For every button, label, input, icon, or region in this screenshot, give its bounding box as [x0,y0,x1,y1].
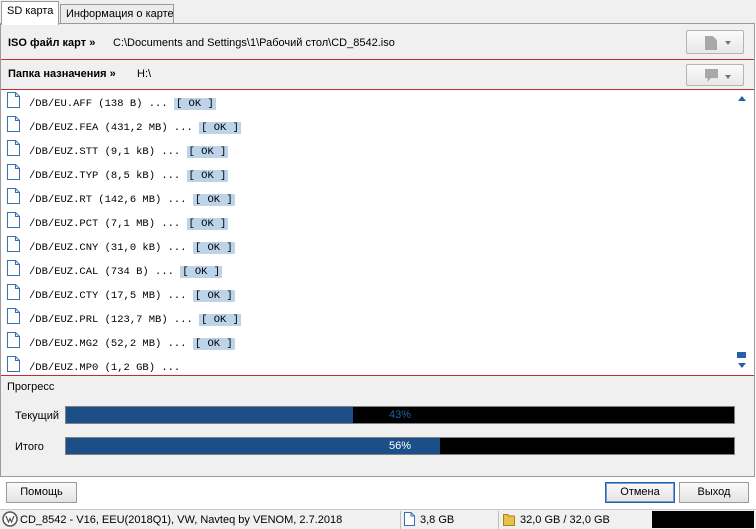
log-file-text: /DB/EUZ.PCT (7,1 MB) ... [29,218,181,230]
log-scrollbar[interactable] [735,92,749,372]
chevron-down-icon [725,75,731,79]
scroll-down-icon[interactable] [738,363,746,368]
log-file-text: /DB/EUZ.CNY (31,0 kB) ... [29,242,187,254]
log-status-badge: [ OK ] [173,98,216,110]
log-status-badge: [ OK ] [192,242,235,254]
file-icon [7,188,20,204]
log-status-badge: [ OK ] [192,338,235,350]
log-status-badge: [ OK ] [199,122,241,134]
drive-icon [705,69,718,82]
progress-title: Прогресс [7,381,55,393]
log-text: /DB/EUZ.RT (142,6 MB) ... [ OK ] [29,194,235,206]
log-status-badge: [ OK ] [180,266,223,278]
log-status-badge: [ OK ] [192,194,235,206]
iso-row: ISO файл карт » C:\Documents and Setting… [1,26,754,60]
log-file-text: /DB/EUZ.FEA (431,2 MB) ... [29,122,193,134]
file-icon [7,308,20,324]
file-icon [705,36,717,50]
status-iso-size: 3,8 GB [420,514,455,526]
total-progress-label: Итого [15,441,44,453]
tab-strip: SD карта Информация о карте [0,0,756,25]
file-icon [404,512,415,526]
file-icon [7,164,20,180]
log-file-text: /DB/EUZ.MG2 (52,2 MB) ... [29,338,187,350]
tab-sd-card[interactable]: SD карта [1,1,59,25]
cancel-button[interactable]: Отмена [605,482,675,503]
tab-card-info[interactable]: Информация о карте [60,4,174,24]
destination-row: Папка назначения » H:\ [1,60,754,90]
folder-icon [503,512,515,526]
scroll-thumb[interactable] [737,352,746,358]
status-map-title: CD_8542 - V16, EEU(2018Q1), VW, Navteq b… [20,514,343,526]
file-icon [7,140,20,156]
destination-path: H:\ [137,68,152,80]
file-icon [7,116,20,132]
log-file-text: /DB/EUZ.CTY (17,5 MB) ... [29,290,187,302]
scroll-up-icon[interactable] [738,96,746,101]
file-icon [7,92,20,108]
destination-browse-button[interactable] [686,64,744,86]
status-divider [498,511,499,529]
destination-label: Папка назначения » [8,68,116,80]
help-button[interactable]: Помощь [6,482,77,503]
file-icon [7,212,20,228]
status-disk-space: 32,0 GB / 32,0 GB [520,514,610,526]
status-divider [400,511,401,529]
exit-button[interactable]: Выход [679,482,749,503]
log-status-badge: [ OK ] [199,314,241,326]
log-text: /DB/EUZ.TYP (8,5 kB) ... [ OK ] [29,170,229,182]
iso-browse-button[interactable] [686,30,744,54]
total-progress-bar: 56% [65,437,735,455]
log-text: /DB/EUZ.PRL (123,7 MB) ... [ OK ] [29,314,241,326]
log-file-text: /DB/EUZ.STT (9,1 kB) ... [29,146,181,158]
vw-logo-icon [2,511,18,527]
log-file-text: /DB/EUZ.MP0 (1,2 GB) ... [29,362,181,374]
log-file-text: /DB/EUZ.RT (142,6 MB) ... [29,194,187,206]
log-text: /DB/EUZ.STT (9,1 kB) ... [ OK ] [29,146,229,158]
log-status-badge: [ OK ] [186,146,229,158]
log-text: /DB/EUZ.MG2 (52,2 MB) ... [ OK ] [29,338,235,350]
log-text: /DB/EUZ.PCT (7,1 MB) ... [ OK ] [29,218,229,230]
iso-path: C:\Documents and Settings\1\Рабочий стол… [113,37,395,49]
file-icon [7,332,20,348]
current-progress-text: 43% [388,409,412,421]
log-text: /DB/EU.AFF (138 B) ... [ OK ] [29,98,216,110]
status-black-panel [652,511,754,528]
status-bar: CD_8542 - V16, EEU(2018Q1), VW, Navteq b… [0,509,756,529]
log-file-text: /DB/EUZ.TYP (8,5 kB) ... [29,170,181,182]
chevron-down-icon [725,41,731,45]
file-icon [7,260,20,276]
current-progress-bar: 43% [65,406,735,424]
log-text: /DB/EUZ.CNY (31,0 kB) ... [ OK ] [29,242,235,254]
current-progress-label: Текущий [15,410,59,422]
log-file-text: /DB/EUZ.CAL (734 B) ... [29,266,174,278]
log-text: /DB/EUZ.FEA (431,2 MB) ... [ OK ] [29,122,241,134]
log-file-text: /DB/EUZ.PRL (123,7 MB) ... [29,314,193,326]
log-file-text: /DB/EU.AFF (138 B) ... [29,98,168,110]
log-status-badge: [ OK ] [186,170,229,182]
total-progress-text: 56% [388,440,412,452]
log-status-badge: [ OK ] [192,290,235,302]
log-text: /DB/EUZ.MP0 (1,2 GB) ... [29,362,180,374]
file-icon [7,284,20,300]
log-status-badge: [ OK ] [186,218,229,230]
file-icon [7,356,20,372]
iso-label: ISO файл карт » [8,37,96,49]
copy-log-list[interactable]: /DB/EU.AFF (138 B) ... [ OK ]/DB/EUZ.FEA… [1,90,754,376]
log-text: /DB/EUZ.CAL (734 B) ... [ OK ] [29,266,223,278]
log-text: /DB/EUZ.CTY (17,5 MB) ... [ OK ] [29,290,235,302]
file-icon [7,236,20,252]
